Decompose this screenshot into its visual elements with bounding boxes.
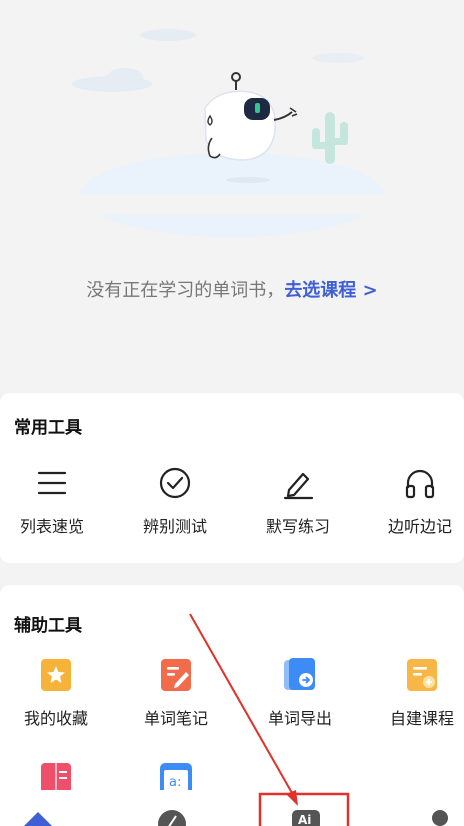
star-bookmark-icon bbox=[0, 655, 114, 695]
tool-listen-and-memorize[interactable]: 边听边记 bbox=[362, 463, 464, 537]
note-pen-icon bbox=[118, 655, 234, 695]
tool-label: 默写练习 bbox=[265, 517, 330, 536]
empty-state-message: 没有正在学习的单词书，去选课程 > bbox=[0, 276, 464, 302]
tab-ai[interactable]: Ai bbox=[276, 790, 336, 826]
tool-word-notes[interactable]: 单词笔记 bbox=[118, 655, 234, 729]
tool-list-overview[interactable]: 列表速览 bbox=[0, 463, 110, 537]
tab-profile[interactable] bbox=[410, 790, 464, 826]
common-tools-title: 常用工具 bbox=[14, 418, 82, 438]
home-icon bbox=[24, 812, 52, 826]
check-circle-icon bbox=[117, 463, 233, 503]
common-tools-card: 常用工具 列表速览 辨别测试 默写练习 边听边记 bbox=[0, 393, 464, 563]
bottom-tab-bar: Ai bbox=[0, 790, 464, 826]
svg-text:a:: a: bbox=[169, 775, 181, 790]
robot-illustration bbox=[72, 29, 384, 237]
tab-discover[interactable] bbox=[142, 790, 202, 826]
tab-home[interactable] bbox=[8, 790, 68, 826]
assist-tools-title: 辅助工具 bbox=[14, 616, 82, 636]
export-icon bbox=[242, 655, 358, 695]
tool-discrimination-test[interactable]: 辨别测试 bbox=[117, 463, 233, 537]
choose-course-link[interactable]: 去选课程 > bbox=[284, 280, 377, 301]
tool-label: 单词导出 bbox=[267, 709, 332, 728]
list-icon bbox=[0, 463, 110, 503]
tool-my-favorites[interactable]: 我的收藏 bbox=[0, 655, 114, 729]
tool-custom-course[interactable]: 自建课程 bbox=[364, 655, 464, 729]
tool-label: 边听边记 bbox=[387, 517, 452, 536]
svg-text:Ai: Ai bbox=[298, 813, 311, 826]
profile-icon bbox=[432, 810, 448, 826]
headphones-icon bbox=[362, 463, 464, 503]
tool-label: 列表速览 bbox=[19, 517, 84, 536]
tool-label: 自建课程 bbox=[389, 709, 454, 728]
tool-label: 单词笔记 bbox=[143, 709, 208, 728]
empty-state-area: 没有正在学习的单词书，去选课程 > bbox=[0, 0, 464, 390]
empty-state-text: 没有正在学习的单词书， bbox=[86, 280, 285, 301]
ai-icon: Ai bbox=[292, 810, 320, 826]
tool-label: 辨别测试 bbox=[142, 517, 207, 536]
pencil-icon bbox=[240, 463, 356, 503]
tool-label: 我的收藏 bbox=[23, 709, 88, 728]
add-course-icon bbox=[364, 655, 464, 695]
tool-dictation-practice[interactable]: 默写练习 bbox=[240, 463, 356, 537]
discover-icon bbox=[158, 810, 186, 826]
tool-word-export[interactable]: 单词导出 bbox=[242, 655, 358, 729]
